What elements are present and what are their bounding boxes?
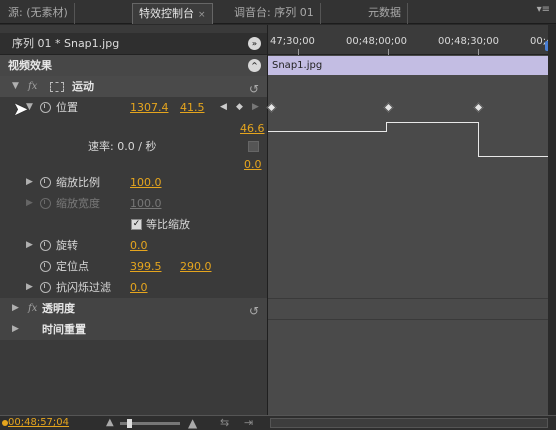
- scale-width-value: 100.0: [130, 197, 162, 210]
- property-scale: ▶ 缩放比例 100.0: [0, 172, 267, 193]
- rotation-value[interactable]: 0.0: [130, 235, 148, 256]
- keyframe-marker[interactable]: [473, 102, 484, 113]
- effect-controls-list: 序列 01 * Snap1.jpg » 视频效果 ^ ▼ fx 运动 ↺ ▼ 位…: [0, 25, 267, 415]
- tab-audio-mixer[interactable]: 调音台: 序列 01: [228, 3, 321, 24]
- scale-value[interactable]: 100.0: [130, 172, 162, 193]
- effect-timeline[interactable]: 47;30;00 00;48;00;00 00;48;30;00 00;4 Sn…: [266, 25, 556, 415]
- timecode-indicator-icon: [2, 420, 8, 426]
- tab-source[interactable]: 源: (无素材): [2, 3, 75, 24]
- rotation-label: 旋转: [56, 239, 78, 252]
- antiflicker-value[interactable]: 0.0: [130, 277, 148, 298]
- effect-opacity[interactable]: ▶ fx 透明度 ↺: [0, 298, 267, 319]
- stopwatch-icon[interactable]: [40, 102, 51, 113]
- ruler-label: 47;30;00: [270, 36, 315, 47]
- property-uniform-scale: ✓ 等比缩放: [0, 214, 267, 235]
- sequence-bar: 序列 01 * Snap1.jpg »: [0, 33, 267, 55]
- velocity-graph-area: 46.6 速率: 0.0 / 秒 0.0: [0, 118, 267, 178]
- row-divider: [268, 298, 556, 299]
- property-rotation: ▶ 旋转 0.0: [0, 235, 267, 256]
- video-effects-label: 视频效果: [8, 59, 52, 72]
- velocity-label: 速率: 0.0 / 秒: [88, 140, 157, 153]
- property-position: ▼ 位置 1307.4 41.5 ◀ ◆ ▶: [0, 97, 267, 118]
- expand-triangle-icon[interactable]: ▶: [26, 235, 33, 256]
- export-icon[interactable]: ⇥: [244, 416, 253, 429]
- stopwatch-icon: [40, 198, 51, 209]
- uniform-scale-label: 等比缩放: [146, 218, 190, 231]
- ruler-tick: [298, 49, 299, 55]
- ruler-label: 00;48;30;00: [438, 36, 500, 47]
- collapse-icon[interactable]: ^: [248, 59, 261, 72]
- property-antiflicker: ▶ 抗闪烁过滤 0.0: [0, 277, 267, 298]
- motion-transform-icon[interactable]: [50, 82, 64, 92]
- velocity-graph-line: [478, 156, 556, 157]
- stopwatch-icon[interactable]: [40, 261, 51, 272]
- tab-metadata[interactable]: 元数据: [362, 3, 408, 24]
- stopwatch-icon[interactable]: [40, 240, 51, 251]
- keyframe-marker[interactable]: [383, 102, 394, 113]
- anchor-y-value[interactable]: 290.0: [180, 256, 212, 277]
- add-keyframe-icon[interactable]: ◆: [236, 97, 243, 118]
- effect-time-remap[interactable]: ▶ 时间重置: [0, 319, 267, 340]
- expand-timeline-icon[interactable]: »: [248, 37, 261, 50]
- time-remap-label: 时间重置: [42, 323, 86, 336]
- expand-triangle-icon[interactable]: ▶: [26, 277, 33, 298]
- ruler-label: 00;48;00;00: [346, 36, 408, 47]
- uniform-scale-checkbox[interactable]: ✓: [131, 219, 142, 230]
- mouse-cursor-icon: ➤: [13, 99, 29, 120]
- expand-triangle-icon[interactable]: ▶: [26, 172, 33, 193]
- opacity-label: 透明度: [42, 302, 75, 315]
- velocity-max-value: 46.6: [240, 122, 265, 135]
- video-effects-header: 视频效果 ^: [0, 55, 267, 76]
- panel-tab-bar: 源: (无素材) 特效控制台 × 调音台: 序列 01 元数据 ▾≡: [0, 0, 556, 24]
- motion-label: 运动: [72, 80, 94, 93]
- position-label: 位置: [56, 101, 78, 114]
- stopwatch-icon[interactable]: [40, 177, 51, 188]
- property-anchor: 定位点 399.5 290.0: [0, 256, 267, 277]
- effect-motion[interactable]: ▼ fx 运动 ↺: [0, 76, 267, 97]
- row-divider: [268, 319, 556, 320]
- expand-triangle-icon[interactable]: ▼: [12, 76, 19, 97]
- anchor-x-value[interactable]: 399.5: [130, 256, 162, 277]
- expand-triangle-icon[interactable]: ▶: [12, 319, 19, 340]
- panel-edge: [548, 25, 556, 415]
- close-tab-icon[interactable]: ×: [198, 10, 206, 20]
- velocity-graph-line: [386, 122, 478, 123]
- sequence-label: 序列 01 * Snap1.jpg: [12, 37, 120, 50]
- keyframe-marker[interactable]: [266, 102, 277, 113]
- velocity-toggle[interactable]: [248, 141, 259, 152]
- clip-label: Snap1.jpg: [272, 60, 323, 71]
- scale-width-label: 缩放宽度: [56, 197, 100, 210]
- velocity-graph-line: [268, 131, 386, 132]
- bottom-toolbar: 00;48;57;04 ▲ ▲ ⇆ ⇥: [0, 415, 556, 430]
- panel-menu-icon[interactable]: ▾≡: [537, 4, 550, 15]
- antiflicker-label: 抗闪烁过滤: [56, 281, 111, 294]
- velocity-graph-line: [386, 122, 387, 132]
- ruler-tick: [478, 49, 479, 55]
- timeline-scrollbar[interactable]: [270, 418, 548, 428]
- loop-icon[interactable]: ⇆: [220, 416, 229, 429]
- prev-keyframe-icon[interactable]: ◀: [220, 97, 227, 118]
- position-x-value[interactable]: 1307.4: [130, 97, 169, 118]
- expand-triangle-icon[interactable]: ▶: [12, 298, 19, 319]
- expand-triangle-icon: ▶: [26, 198, 33, 208]
- stopwatch-icon[interactable]: [40, 282, 51, 293]
- next-keyframe-icon[interactable]: ▶: [252, 97, 259, 118]
- zoom-out-icon[interactable]: ▲: [106, 417, 114, 428]
- position-y-value[interactable]: 41.5: [180, 97, 205, 118]
- ruler-tick: [388, 49, 389, 55]
- zoom-slider-thumb[interactable]: [127, 419, 132, 428]
- zoom-in-icon[interactable]: ▲: [188, 416, 197, 430]
- scale-label: 缩放比例: [56, 176, 100, 189]
- clip-bar[interactable]: Snap1.jpg: [268, 56, 556, 75]
- fx-icon[interactable]: fx: [28, 298, 37, 319]
- anchor-label: 定位点: [56, 260, 89, 273]
- time-ruler[interactable]: 47;30;00 00;48;00;00 00;48;30;00 00;4: [268, 25, 556, 55]
- current-timecode[interactable]: 00;48;57;04: [8, 417, 69, 428]
- fx-icon[interactable]: fx: [28, 76, 37, 97]
- property-scale-width: ▶ 缩放宽度 100.0: [0, 193, 267, 214]
- tab-effect-controls[interactable]: 特效控制台 ×: [132, 3, 213, 24]
- velocity-graph-line: [478, 122, 479, 156]
